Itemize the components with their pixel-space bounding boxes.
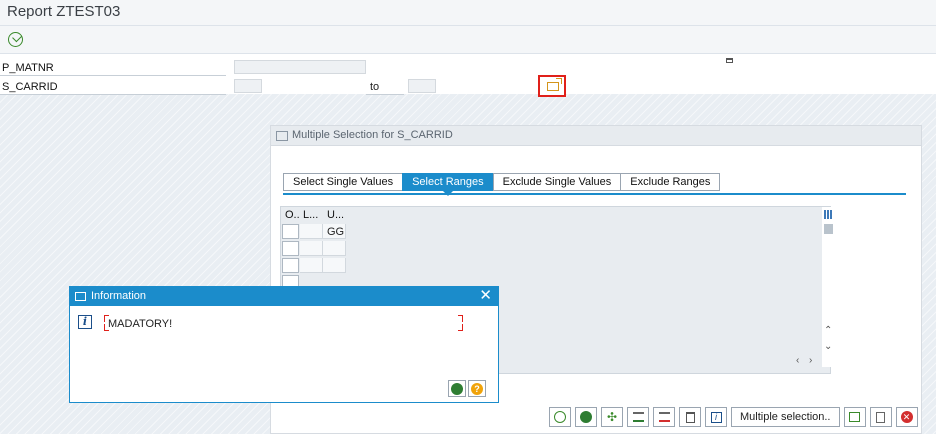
small-window-icon bbox=[726, 58, 733, 63]
copy-icon bbox=[849, 412, 860, 422]
information-icon: i bbox=[78, 315, 92, 329]
info-header: Information ✕ bbox=[70, 287, 498, 306]
execute-button[interactable] bbox=[549, 407, 571, 427]
check-icon bbox=[580, 411, 592, 423]
delete-row-icon bbox=[658, 412, 670, 422]
cancel-button[interactable]: ✕ bbox=[895, 407, 918, 427]
ok-button[interactable] bbox=[448, 380, 466, 397]
delete-row-button[interactable] bbox=[653, 407, 675, 427]
info-button[interactable]: i bbox=[705, 407, 727, 427]
tab-underline bbox=[283, 193, 906, 195]
check-button[interactable] bbox=[575, 407, 597, 427]
grid-row-selector[interactable] bbox=[282, 258, 299, 273]
insert-row-icon bbox=[632, 412, 644, 422]
info-message: MADATORY! bbox=[108, 318, 173, 330]
multiple-selection-icon bbox=[547, 78, 562, 91]
delete-all-button[interactable] bbox=[679, 407, 701, 427]
insert-row-button[interactable] bbox=[627, 407, 649, 427]
tab-select-single-values[interactable]: Select Single Values bbox=[283, 173, 403, 191]
help-button[interactable]: ? bbox=[468, 380, 486, 397]
grid-cell[interactable] bbox=[300, 241, 323, 256]
info-window-icon bbox=[75, 292, 86, 301]
close-icon[interactable]: ✕ bbox=[479, 287, 492, 305]
grid-row-selector[interactable] bbox=[282, 224, 299, 239]
grid-cell[interactable] bbox=[323, 241, 346, 256]
information-dialog: Information ✕ i MADATORY! ? bbox=[69, 286, 499, 403]
grid-header-lower[interactable]: L... bbox=[303, 209, 318, 221]
column-config-icon[interactable] bbox=[824, 210, 833, 219]
grid-cell[interactable] bbox=[300, 224, 323, 239]
multiple-selection-text-button[interactable]: Multiple selection.. bbox=[731, 407, 840, 427]
trash-icon bbox=[685, 411, 695, 423]
grid-header-upper[interactable]: U... bbox=[327, 209, 344, 221]
dialog-title: Multiple Selection for S_CARRID bbox=[292, 129, 453, 141]
ok-check-icon bbox=[451, 383, 463, 395]
cancel-icon: ✕ bbox=[900, 411, 913, 423]
grid-row-selector[interactable] bbox=[282, 241, 299, 256]
grid-cell[interactable] bbox=[323, 258, 346, 273]
multiple-selection-button[interactable] bbox=[538, 75, 566, 97]
paste-icon bbox=[876, 411, 885, 423]
window-title: Report ZTEST03 bbox=[7, 3, 121, 20]
selection-tabs: Select Single Values Select Ranges Exclu… bbox=[283, 173, 721, 196]
grid-vertical-scrollbar[interactable]: ⌃ ⌄ bbox=[822, 207, 834, 367]
p-matnr-underline bbox=[0, 75, 226, 76]
tab-select-ranges[interactable]: Select Ranges bbox=[402, 173, 493, 196]
info-title: Information bbox=[91, 290, 147, 302]
to-label: to bbox=[370, 81, 380, 93]
p-matnr-input[interactable] bbox=[234, 60, 366, 74]
execute-icon[interactable] bbox=[8, 32, 23, 47]
select-button[interactable]: ✣ bbox=[601, 407, 623, 427]
tab-exclude-ranges[interactable]: Exclude Ranges bbox=[620, 173, 721, 191]
select-arrows-icon: ✣ bbox=[606, 410, 618, 424]
dialog-button-bar: ✣ i Multiple selection.. ✕ bbox=[549, 407, 918, 427]
p-matnr-label: P_MATNR bbox=[2, 62, 54, 74]
dialog-header: Multiple Selection for S_CARRID bbox=[271, 126, 921, 146]
grid-cell[interactable] bbox=[300, 258, 323, 273]
scroll-down-icon[interactable]: ⌄ bbox=[824, 341, 832, 352]
to-underline bbox=[366, 94, 404, 95]
help-icon: ? bbox=[471, 383, 483, 395]
s-carrid-underline bbox=[0, 94, 226, 95]
info-icon: i bbox=[710, 411, 722, 423]
scroll-right-icon[interactable]: › bbox=[809, 355, 812, 366]
s-carrid-low-input[interactable] bbox=[234, 79, 262, 93]
scroll-up-icon[interactable]: ⌃ bbox=[824, 325, 832, 336]
grid-cell-value[interactable]: GG bbox=[327, 226, 344, 238]
grid-header-option[interactable]: O.. bbox=[285, 209, 300, 221]
paste-button[interactable] bbox=[869, 407, 892, 427]
scrollbar-thumb[interactable] bbox=[824, 224, 833, 234]
title-bar: Report ZTEST03 bbox=[0, 0, 936, 26]
dialog-window-icon bbox=[276, 131, 288, 141]
scroll-left-icon[interactable]: ‹ bbox=[796, 355, 799, 366]
tab-exclude-single-values[interactable]: Exclude Single Values bbox=[492, 173, 621, 191]
copy-button[interactable] bbox=[843, 407, 866, 427]
focus-bracket bbox=[458, 315, 463, 322]
selection-screen: P_MATNR S_CARRID to bbox=[0, 54, 936, 97]
execute-icon bbox=[554, 411, 566, 423]
focus-bracket bbox=[458, 324, 463, 331]
s-carrid-label: S_CARRID bbox=[2, 81, 58, 93]
application-toolbar bbox=[0, 26, 936, 54]
s-carrid-high-input[interactable] bbox=[408, 79, 436, 93]
